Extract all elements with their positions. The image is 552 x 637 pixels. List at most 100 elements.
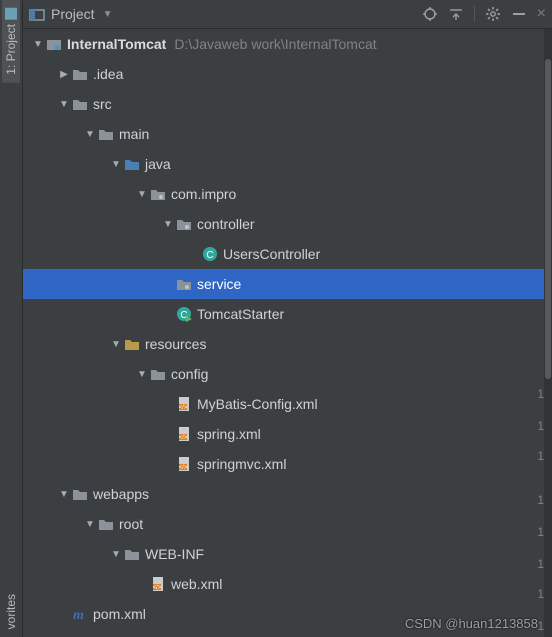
editor-gutter-peek: 11111111 bbox=[526, 29, 544, 637]
svg-text:</>: </> bbox=[179, 465, 188, 471]
expand-toggle-icon[interactable]: ▼ bbox=[109, 339, 123, 350]
tree-row-label: java bbox=[145, 156, 171, 172]
tree-row-label: WEB-INF bbox=[145, 546, 204, 562]
tree-row[interactable]: ▼ resources bbox=[23, 329, 544, 359]
tree-row[interactable]: ▼ main bbox=[23, 119, 544, 149]
tree-row-hint: D:\Javaweb work\InternalTomcat bbox=[174, 36, 376, 52]
tree-row-label: pom.xml bbox=[93, 606, 146, 622]
tree-row[interactable]: C UsersController bbox=[23, 239, 544, 269]
side-tab-bar: 1: Project vorites bbox=[0, 0, 23, 637]
tree-row[interactable]: </> MyBatis-Config.xml bbox=[23, 389, 544, 419]
svg-text:C: C bbox=[206, 250, 213, 261]
watermark: CSDN @huan1213858 bbox=[405, 616, 538, 631]
expand-toggle-icon[interactable]: ▼ bbox=[31, 39, 45, 50]
tree-row-label: main bbox=[119, 126, 149, 142]
side-tab-project[interactable]: 1: Project bbox=[2, 0, 20, 83]
gutter-line-marker: 1 bbox=[537, 419, 544, 433]
tree-row-label: com.impro bbox=[171, 186, 236, 202]
gutter-line-marker: 1 bbox=[537, 387, 544, 401]
scrollbar-thumb[interactable] bbox=[545, 59, 551, 379]
tool-window-toolbar: Project ▼ × bbox=[23, 0, 552, 29]
package-icon bbox=[175, 278, 193, 291]
tree-row-label: springmvc.xml bbox=[197, 456, 286, 472]
tree-row-label: root bbox=[119, 516, 143, 532]
xml-icon: </> bbox=[175, 456, 193, 472]
dropdown-arrow-icon: ▼ bbox=[103, 9, 113, 20]
tree-row[interactable]: </> springmvc.xml bbox=[23, 449, 544, 479]
side-tab-project-label: 1: Project bbox=[4, 24, 18, 75]
gutter-line-marker: 1 bbox=[537, 525, 544, 539]
tree-row-label: MyBatis-Config.xml bbox=[197, 396, 318, 412]
folder-icon bbox=[97, 518, 115, 531]
tool-window-title-label: Project bbox=[51, 6, 95, 22]
tree-scrollbar[interactable] bbox=[544, 29, 552, 637]
collapse-all-icon[interactable] bbox=[448, 6, 464, 22]
tree-row[interactable]: </> web.xml bbox=[23, 569, 544, 599]
project-tree[interactable]: ▼InternalTomcatD:\Javaweb work\InternalT… bbox=[23, 29, 544, 629]
expand-toggle-icon[interactable]: ▼ bbox=[135, 189, 149, 200]
class-icon: C bbox=[201, 246, 219, 262]
folder-icon bbox=[123, 548, 141, 561]
tree-row[interactable]: </> spring.xml bbox=[23, 419, 544, 449]
folder-icon bbox=[97, 128, 115, 141]
tree-row[interactable]: ▼ config bbox=[23, 359, 544, 389]
xml-icon: </> bbox=[175, 426, 193, 442]
folder-icon bbox=[71, 68, 89, 81]
tree-row-label: spring.xml bbox=[197, 426, 261, 442]
tree-row[interactable]: ▼ com.impro bbox=[23, 179, 544, 209]
project-icon bbox=[5, 8, 17, 20]
locate-icon[interactable] bbox=[422, 6, 438, 22]
minimize-icon[interactable] bbox=[511, 6, 527, 22]
tree-row[interactable]: ▼ WEB-INF bbox=[23, 539, 544, 569]
svg-text:</>: </> bbox=[179, 405, 188, 411]
svg-text:m: m bbox=[73, 608, 84, 622]
tree-row[interactable]: ▼ controller bbox=[23, 209, 544, 239]
tree-row-label: config bbox=[171, 366, 208, 382]
expand-toggle-icon[interactable]: ▼ bbox=[57, 489, 71, 500]
side-tab-favorites[interactable]: vorites bbox=[2, 586, 20, 637]
tree-row[interactable]: ▼ webapps bbox=[23, 479, 544, 509]
tree-row-label: service bbox=[197, 276, 241, 292]
expand-toggle-icon[interactable]: ▶ bbox=[57, 69, 71, 80]
gutter-line-marker: 1 bbox=[537, 587, 544, 601]
expand-toggle-icon[interactable]: ▼ bbox=[161, 219, 175, 230]
tree-row-label: webapps bbox=[93, 486, 149, 502]
gutter-line-marker: 1 bbox=[537, 557, 544, 571]
folder-icon bbox=[71, 98, 89, 111]
gutter-line-marker: 1 bbox=[537, 449, 544, 463]
tree-row-label: .idea bbox=[93, 66, 123, 82]
module-icon bbox=[45, 37, 63, 51]
expand-toggle-icon[interactable]: ▼ bbox=[57, 99, 71, 110]
xml-icon: </> bbox=[175, 396, 193, 412]
tree-row[interactable]: ▼ root bbox=[23, 509, 544, 539]
tree-row-label: TomcatStarter bbox=[197, 306, 284, 322]
tree-row[interactable]: ▶ .idea bbox=[23, 59, 544, 89]
folder-icon bbox=[71, 488, 89, 501]
xml-icon: </> bbox=[149, 576, 167, 592]
svg-text:</>: </> bbox=[179, 435, 188, 441]
side-tab-favorites-label: vorites bbox=[4, 594, 18, 629]
gutter-line-marker: 1 bbox=[537, 493, 544, 507]
divider bbox=[474, 6, 475, 22]
expand-toggle-icon[interactable]: ▼ bbox=[109, 159, 123, 170]
gear-icon[interactable] bbox=[485, 6, 501, 22]
tree-row-label: resources bbox=[145, 336, 206, 352]
tree-row-label: UsersController bbox=[223, 246, 320, 262]
package-icon bbox=[175, 218, 193, 231]
expand-toggle-icon[interactable]: ▼ bbox=[83, 129, 97, 140]
close-icon[interactable]: × bbox=[537, 6, 546, 22]
tree-row[interactable]: CTomcatStarter bbox=[23, 299, 544, 329]
expand-toggle-icon[interactable]: ▼ bbox=[135, 369, 149, 380]
tree-row-label: web.xml bbox=[171, 576, 222, 592]
expand-toggle-icon[interactable]: ▼ bbox=[109, 549, 123, 560]
tree-row[interactable]: ▼src bbox=[23, 89, 544, 119]
svg-text:</>: </> bbox=[153, 585, 162, 591]
tree-row-label: controller bbox=[197, 216, 255, 232]
tree-row[interactable]: ▼InternalTomcatD:\Javaweb work\InternalT… bbox=[23, 29, 552, 59]
tool-window-title[interactable]: Project ▼ bbox=[29, 6, 112, 22]
expand-toggle-icon[interactable]: ▼ bbox=[83, 519, 97, 530]
project-view-icon bbox=[29, 7, 45, 21]
tree-row[interactable]: service bbox=[23, 269, 544, 299]
package-icon bbox=[149, 188, 167, 201]
tree-row[interactable]: ▼ java bbox=[23, 149, 544, 179]
